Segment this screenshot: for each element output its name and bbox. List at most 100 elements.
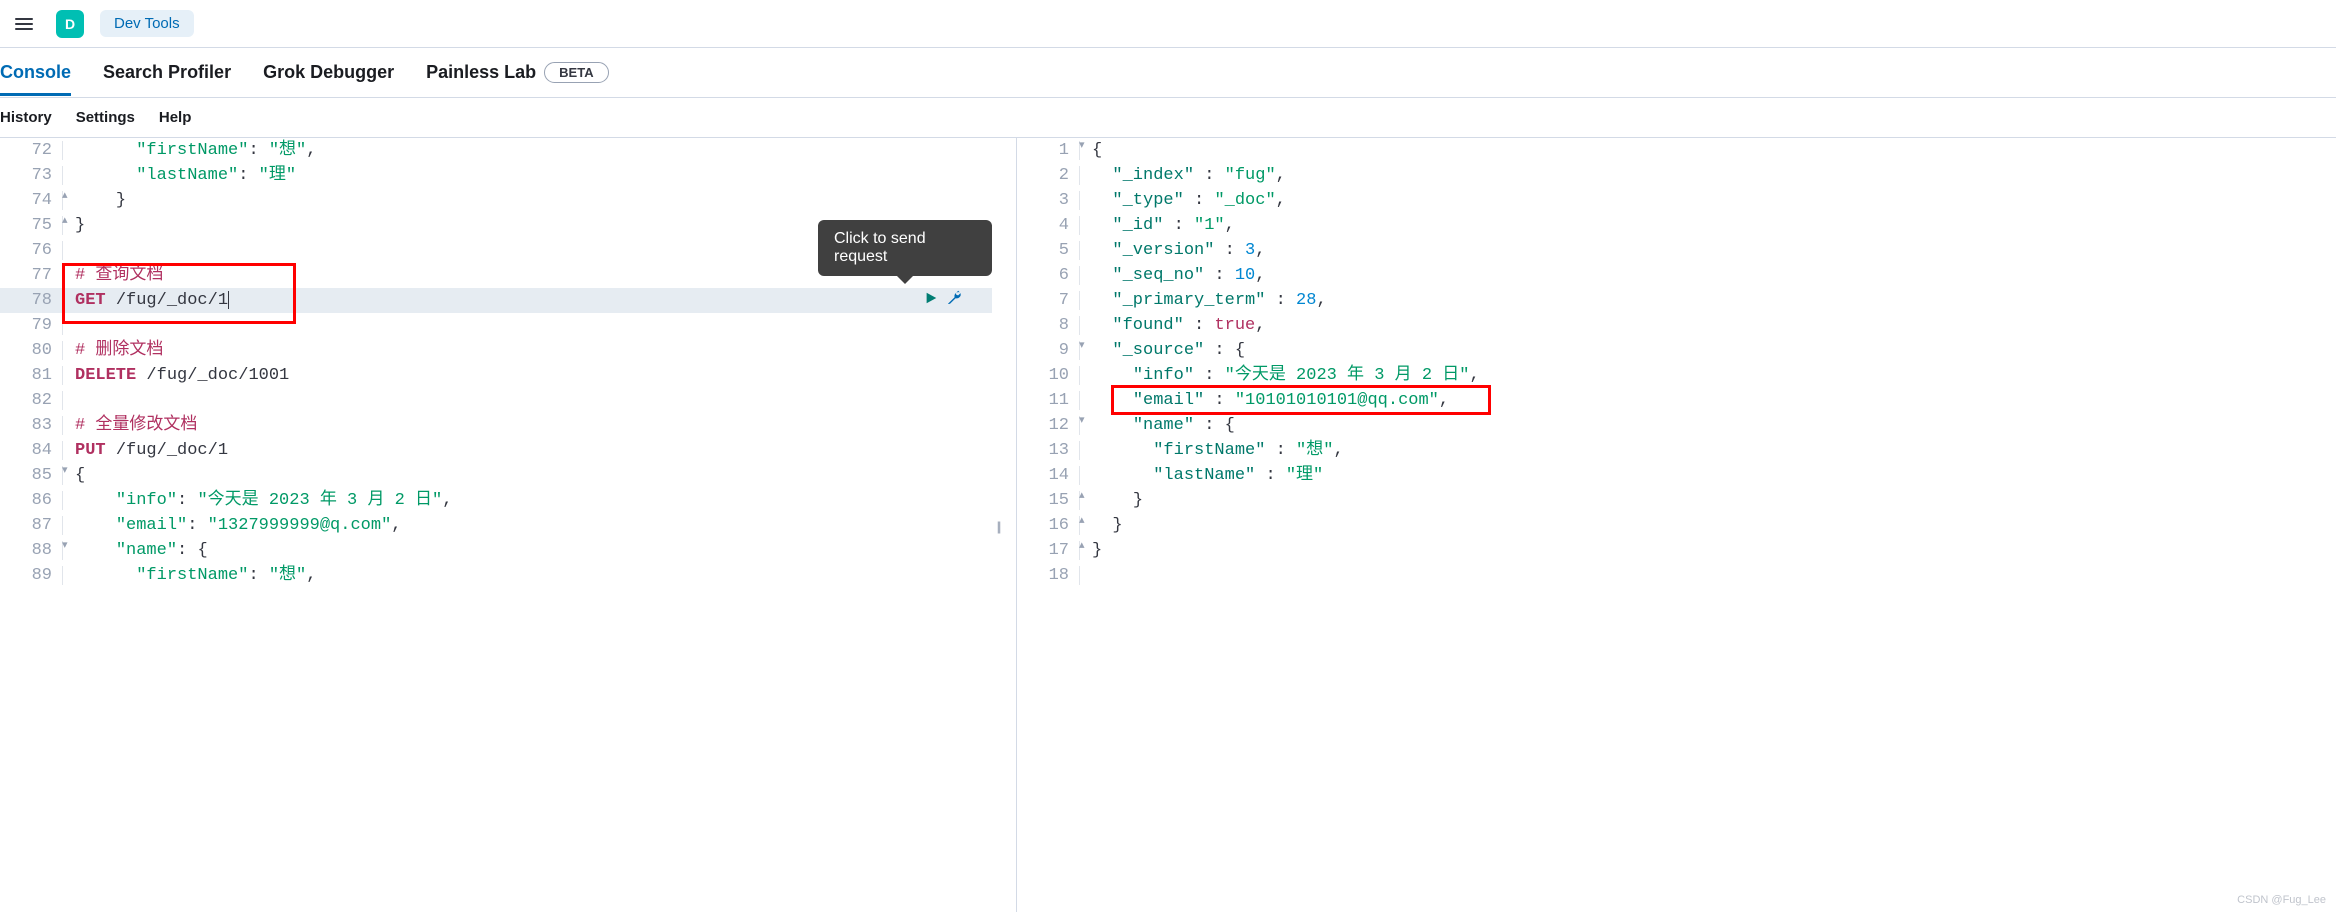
fold-toggle-icon[interactable]: ▴ [62,213,72,226]
fold-toggle-icon[interactable]: ▴ [1079,538,1089,551]
line-content[interactable]: PUT /fug/_doc/1 [62,438,992,463]
code-line[interactable]: 10 "info" : "今天是 2023 年 3 月 2 日", [1017,363,2336,388]
line-number: 7 [1017,288,1079,313]
code-line[interactable]: 18 [1017,563,2336,588]
line-content[interactable]: "firstName": "想", [62,563,992,588]
line-content[interactable]: "_type" : "_doc", [1079,188,2336,213]
line-content[interactable] [62,313,992,338]
line-content[interactable]: } [1079,488,2336,513]
app-name-breadcrumb[interactable]: Dev Tools [100,10,194,37]
line-content[interactable]: "_source" : { [1079,338,2336,363]
line-content[interactable]: "info" : "今天是 2023 年 3 月 2 日", [1079,363,2336,388]
code-line[interactable]: 5 "_version" : 3, [1017,238,2336,263]
fold-toggle-icon[interactable]: ▾ [1079,338,1089,351]
line-content[interactable] [62,388,992,413]
fold-toggle-icon[interactable]: ▴ [62,188,72,201]
code-line[interactable]: 6 "_seq_no" : 10, [1017,263,2336,288]
line-content[interactable]: } [1079,538,2336,563]
code-line[interactable]: 86 "info": "今天是 2023 年 3 月 2 日", [0,488,992,513]
line-content[interactable]: "info": "今天是 2023 年 3 月 2 日", [62,488,992,513]
code-line[interactable]: 80# 删除文档 [0,338,992,363]
code-line[interactable]: 84PUT /fug/_doc/1 [0,438,992,463]
watermark: CSDN @Fug_Lee [2237,894,2326,906]
line-content[interactable]: "firstName": "想", [62,138,992,163]
code-line[interactable]: 74▴ } [0,188,992,213]
tab-grok-debugger[interactable]: Grok Debugger [263,50,394,95]
tab-search-profiler[interactable]: Search Profiler [103,50,231,95]
line-content[interactable]: "lastName": "理" [62,163,992,188]
line-content[interactable]: "found" : true, [1079,313,2336,338]
subnav-history[interactable]: History [0,109,52,126]
code-line[interactable]: 11 "email" : "10101010101@qq.com", [1017,388,2336,413]
wrench-icon[interactable] [946,290,962,311]
line-content[interactable]: DELETE /fug/_doc/1001 [62,363,992,388]
line-content[interactable]: "_version" : 3, [1079,238,2336,263]
code-line[interactable]: 13 "firstName" : "想", [1017,438,2336,463]
code-line[interactable]: 82 [0,388,992,413]
code-line[interactable]: 14 "lastName" : "理" [1017,463,2336,488]
request-editor-pane[interactable]: 72 "firstName": "想",73 "lastName": "理"74… [0,138,992,912]
fold-toggle-icon[interactable]: ▴ [1079,513,1089,526]
line-number: 12 [1017,413,1079,438]
code-line[interactable]: 7 "_primary_term" : 28, [1017,288,2336,313]
line-content[interactable]: "name" : { [1079,413,2336,438]
play-icon[interactable] [924,291,938,310]
response-viewer-pane[interactable]: 1▾{2 "_index" : "fug",3 "_type" : "_doc"… [1016,138,2336,912]
line-number: 86 [0,488,62,513]
top-bar: D Dev Tools [0,0,2336,48]
subnav-settings[interactable]: Settings [76,109,135,126]
line-content[interactable]: { [62,463,992,488]
code-line[interactable]: 73 "lastName": "理" [0,163,992,188]
line-content[interactable]: "_id" : "1", [1079,213,2336,238]
code-line[interactable]: 89 "firstName": "想", [0,563,992,588]
code-line[interactable]: 9▾ "_source" : { [1017,338,2336,363]
line-number: 76 [0,238,62,263]
fold-toggle-icon[interactable]: ▴ [1079,488,1089,501]
subnav-help[interactable]: Help [159,109,192,126]
line-content[interactable] [1079,563,2336,588]
code-line[interactable]: 3 "_type" : "_doc", [1017,188,2336,213]
code-line[interactable]: 16▴ } [1017,513,2336,538]
fold-toggle-icon[interactable]: ▾ [1079,413,1089,426]
code-line[interactable]: 83# 全量修改文档 [0,413,992,438]
code-line[interactable]: 17▴} [1017,538,2336,563]
code-line[interactable]: 72 "firstName": "想", [0,138,992,163]
code-line[interactable]: 4 "_id" : "1", [1017,213,2336,238]
code-line[interactable]: 88▾ "name": { [0,538,992,563]
line-content[interactable]: "email" : "10101010101@qq.com", [1079,388,2336,413]
line-number: 4 [1017,213,1079,238]
hamburger-menu-icon[interactable] [8,8,40,40]
code-line[interactable]: 87 "email": "1327999999@q.com", [0,513,992,538]
line-content[interactable]: "firstName" : "想", [1079,438,2336,463]
line-content[interactable]: "lastName" : "理" [1079,463,2336,488]
code-line[interactable]: 15▴ } [1017,488,2336,513]
line-content[interactable]: "name": { [62,538,992,563]
line-content[interactable]: # 全量修改文档 [62,413,992,438]
fold-toggle-icon[interactable]: ▾ [62,538,72,551]
tab-console[interactable]: Console [0,50,71,95]
code-line[interactable]: 1▾{ [1017,138,2336,163]
code-line[interactable]: 81DELETE /fug/_doc/1001 [0,363,992,388]
line-content[interactable]: { [1079,138,2336,163]
code-line[interactable]: 2 "_index" : "fug", [1017,163,2336,188]
line-number: 6 [1017,263,1079,288]
pane-resizer[interactable]: || [992,138,1004,912]
tab-painless-lab[interactable]: Painless Lab [426,50,536,95]
line-content[interactable]: # 删除文档 [62,338,992,363]
app-icon[interactable]: D [56,10,84,38]
code-line[interactable]: 79 [0,313,992,338]
line-content[interactable]: } [62,188,992,213]
line-content[interactable]: } [1079,513,2336,538]
line-content[interactable]: "_primary_term" : 28, [1079,288,2336,313]
code-line[interactable]: 8 "found" : true, [1017,313,2336,338]
line-content[interactable]: "email": "1327999999@q.com", [62,513,992,538]
code-line[interactable]: 12▾ "name" : { [1017,413,2336,438]
line-number: 3 [1017,188,1079,213]
line-content[interactable]: "_index" : "fug", [1079,163,2336,188]
fold-toggle-icon[interactable]: ▾ [62,463,72,476]
fold-toggle-icon[interactable]: ▾ [1079,138,1089,151]
line-content[interactable]: GET /fug/_doc/1 [62,288,992,313]
line-content[interactable]: "_seq_no" : 10, [1079,263,2336,288]
code-line[interactable]: 85▾{ [0,463,992,488]
code-line[interactable]: 78GET /fug/_doc/1 [0,288,992,313]
